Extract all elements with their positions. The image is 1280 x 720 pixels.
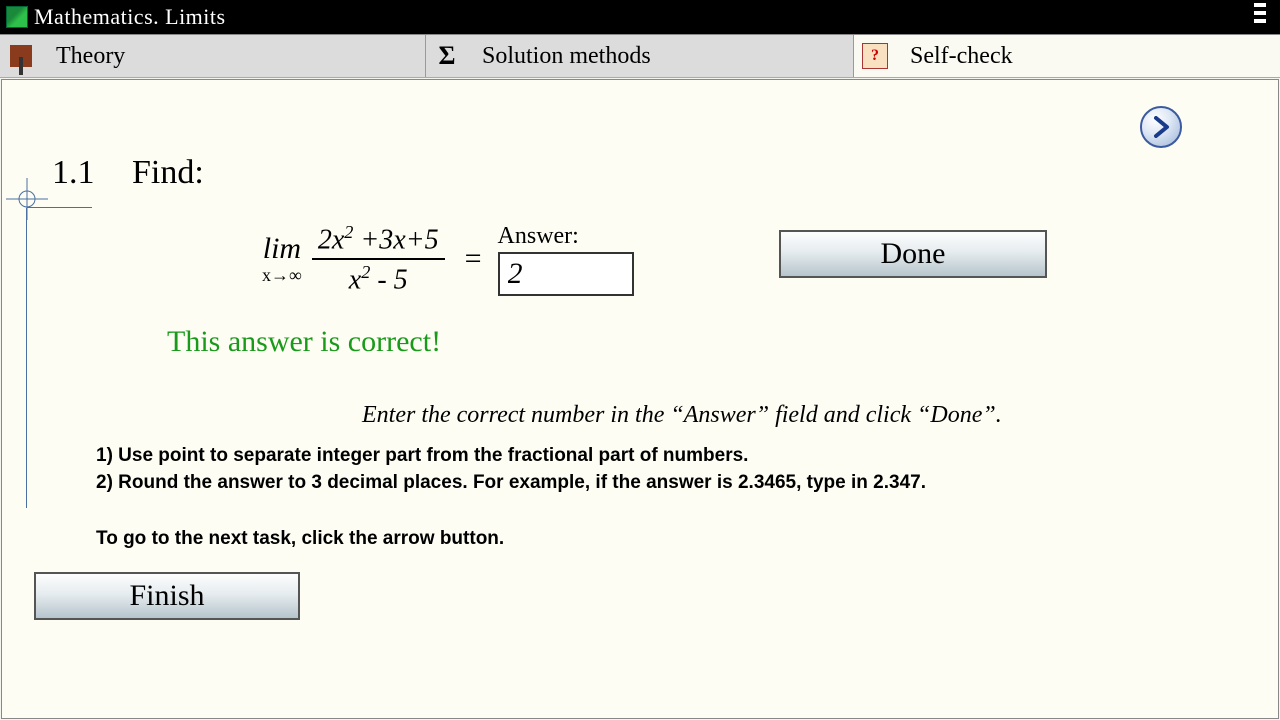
hints-block: 1) Use point to separate integer part fr… bbox=[96, 443, 926, 553]
number-underline bbox=[27, 207, 92, 208]
denominator: x2 - 5 bbox=[343, 260, 414, 298]
left-rule bbox=[26, 208, 27, 508]
content-area: 1.1 Find: lim x→∞ 2x2 +3x+5 x2 - 5 = Ans… bbox=[1, 79, 1279, 719]
app-icon bbox=[6, 6, 28, 28]
window-title: Mathematics. Limits bbox=[34, 4, 226, 30]
answer-group: Answer: bbox=[498, 223, 634, 296]
tab-theory-label: Theory bbox=[56, 43, 125, 70]
answer-label: Answer: bbox=[498, 223, 634, 250]
answer-input[interactable] bbox=[498, 252, 634, 296]
tab-self-check[interactable]: ? Self-check bbox=[854, 35, 1280, 77]
tab-solution-methods[interactable]: Σ Solution methods bbox=[426, 35, 854, 77]
tab-theory[interactable]: Theory bbox=[0, 35, 426, 77]
theory-icon bbox=[8, 43, 34, 69]
task-number: 1.1 bbox=[52, 154, 95, 192]
selfcheck-icon: ? bbox=[862, 43, 888, 69]
lim-operator: lim x→∞ bbox=[262, 234, 302, 284]
instruction-text: Enter the correct number in the “Answer”… bbox=[362, 402, 1002, 429]
hint-1: 1) Use point to separate integer part fr… bbox=[96, 443, 926, 470]
hint-2: 2) Round the answer to 3 decimal places.… bbox=[96, 470, 926, 497]
tab-selfcheck-label: Self-check bbox=[910, 43, 1013, 70]
tab-methods-label: Solution methods bbox=[482, 43, 651, 70]
menu-icon[interactable] bbox=[1254, 3, 1266, 23]
tabbar: Theory Σ Solution methods ? Self-check bbox=[0, 34, 1280, 78]
equals-sign: = bbox=[465, 242, 482, 276]
lim-subscript: x→∞ bbox=[262, 266, 302, 284]
chevron-right-icon bbox=[1150, 116, 1172, 138]
finish-button[interactable]: Finish bbox=[34, 572, 300, 620]
hint-3: To go to the next task, click the arrow … bbox=[96, 526, 926, 553]
next-task-button[interactable] bbox=[1140, 106, 1182, 148]
numerator: 2x2 +3x+5 bbox=[312, 220, 445, 258]
lim-word: lim bbox=[263, 234, 301, 264]
titlebar: Mathematics. Limits bbox=[0, 0, 1280, 34]
sigma-icon: Σ bbox=[434, 43, 460, 69]
feedback-message: This answer is correct! bbox=[167, 325, 441, 359]
fraction: 2x2 +3x+5 x2 - 5 bbox=[312, 220, 445, 298]
task-title: Find: bbox=[132, 154, 204, 192]
done-button[interactable]: Done bbox=[779, 230, 1047, 278]
limit-expression: lim x→∞ 2x2 +3x+5 x2 - 5 = Answer: bbox=[262, 220, 634, 298]
origin-crosshair-icon bbox=[6, 178, 48, 220]
